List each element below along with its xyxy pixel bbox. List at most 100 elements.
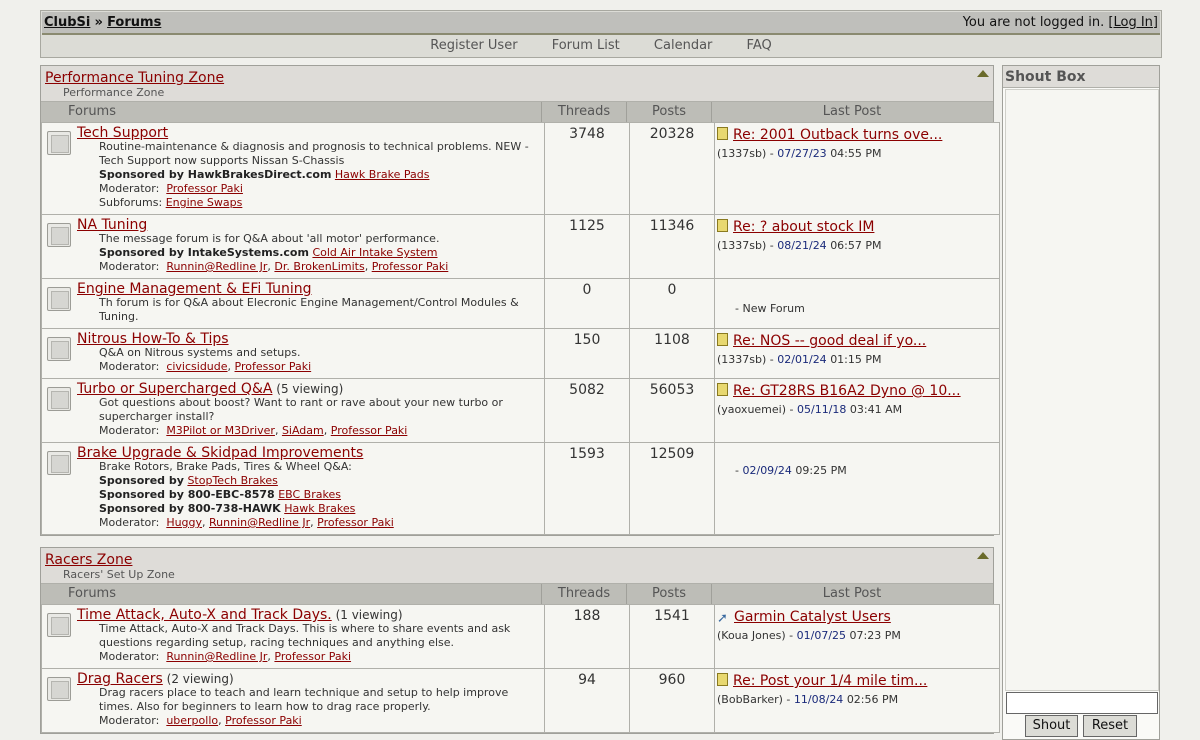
- last-post-link[interactable]: Re: ? about stock IM: [733, 219, 874, 235]
- moderator-link[interactable]: Runnin@Redline Jr: [166, 650, 267, 663]
- column-forums: Forums: [68, 104, 116, 119]
- last-post-date: 07/27/23: [777, 147, 827, 160]
- moderator-link[interactable]: SiAdam: [282, 424, 324, 437]
- thread-count: 188: [544, 604, 630, 669]
- moderator-link[interactable]: Professor Paki: [331, 424, 408, 437]
- forum-folder-icon: [47, 451, 71, 475]
- last-post-cell: - 02/09/24 09:25 PM: [714, 442, 1000, 535]
- forum-folder-icon: [47, 223, 71, 247]
- last-post-note: - New Forum: [735, 302, 805, 315]
- last-post-link[interactable]: Garmin Catalyst Users: [734, 609, 891, 625]
- forum-name-link[interactable]: Engine Management & EFi Tuning: [77, 281, 312, 297]
- post-count: 12509: [629, 442, 715, 535]
- forum-moderators: Moderator: civicsidude, Professor Paki: [99, 360, 312, 373]
- last-post-user: (1337sb): [717, 239, 767, 252]
- login-bracket-close: ]: [1152, 15, 1158, 30]
- last-post-separator: -: [789, 629, 794, 642]
- category-header: Racers Zone Racers' Set Up Zone: [41, 548, 993, 584]
- moderator-link[interactable]: Professor Paki: [166, 182, 243, 195]
- column-header-row: Forums Threads Posts Last Post: [41, 102, 993, 122]
- moderator-label: Moderator:: [99, 182, 160, 195]
- forum-folder-icon: [47, 337, 71, 361]
- moderator-link[interactable]: Dr. BrokenLimits: [274, 260, 364, 273]
- forum-moderators: Moderator: M3Pilot or M3Driver, SiAdam, …: [99, 424, 408, 437]
- sponsor-link[interactable]: Hawk Brake Pads: [335, 168, 430, 181]
- last-post-link[interactable]: Re: NOS -- good deal if yo...: [733, 333, 926, 349]
- viewing-count: (1 viewing): [335, 608, 403, 622]
- sponsor-link[interactable]: Cold Air Intake System: [312, 246, 437, 259]
- forum-sponsor: Sponsored by 800-738-HAWK Hawk Brakes: [99, 502, 542, 516]
- shout-input[interactable]: [1006, 692, 1158, 714]
- shout-button[interactable]: Shout: [1025, 715, 1078, 737]
- collapse-triangle-icon[interactable]: [977, 552, 989, 559]
- forum-name-link[interactable]: Drag Racers: [77, 671, 163, 687]
- login-link[interactable]: Log In: [1113, 15, 1152, 30]
- sponsor-link[interactable]: StopTech Brakes: [187, 474, 277, 487]
- breadcrumb-separator: »: [94, 15, 103, 30]
- sponsor-link[interactable]: EBC Brakes: [278, 488, 341, 501]
- forum-name-link[interactable]: NA Tuning: [77, 217, 147, 233]
- category-title-link[interactable]: Racers Zone: [45, 552, 132, 568]
- viewing-count: (5 viewing): [276, 382, 344, 396]
- forum-name-link[interactable]: Brake Upgrade & Skidpad Improvements: [77, 445, 363, 461]
- forum-sponsor: Sponsored by IntakeSystems.com Cold Air …: [99, 246, 542, 260]
- login-status-text: You are not logged in.: [962, 15, 1105, 30]
- forum-name-link[interactable]: Time Attack, Auto-X and Track Days.: [77, 607, 332, 623]
- breadcrumb-forums-link[interactable]: Forums: [107, 15, 161, 30]
- moderator-link[interactable]: Professor Paki: [317, 516, 394, 529]
- login-status: You are not logged in. [Log In]: [963, 15, 1158, 30]
- last-post-link[interactable]: Re: Post your 1/4 mile tim...: [733, 673, 927, 689]
- moderator-link[interactable]: M3Pilot or M3Driver: [166, 424, 275, 437]
- moderator-link[interactable]: Professor Paki: [225, 714, 302, 727]
- moderator-link[interactable]: Runnin@Redline Jr: [166, 260, 267, 273]
- nav-forum-list[interactable]: Forum List: [552, 35, 620, 53]
- column-header-row: Forums Threads Posts Last Post: [41, 584, 993, 604]
- forum-moderators: Moderator: uberpollo, Professor Paki: [99, 714, 302, 727]
- last-post-link[interactable]: Re: 2001 Outback turns ove...: [733, 127, 942, 143]
- sponsor-link[interactable]: Hawk Brakes: [284, 502, 355, 515]
- last-post-separator: -: [769, 239, 774, 252]
- moderator-link[interactable]: Huggy: [166, 516, 202, 529]
- reset-button[interactable]: Reset: [1083, 715, 1137, 737]
- category-title-link[interactable]: Performance Tuning Zone: [45, 70, 224, 86]
- last-post-link[interactable]: Re: GT28RS B16A2 Dyno @ 10...: [733, 383, 961, 399]
- moderator-link[interactable]: Professor Paki: [372, 260, 449, 273]
- collapse-triangle-icon[interactable]: [977, 70, 989, 77]
- category-performance-tuning-zone: Performance Tuning Zone Performance Zone…: [40, 65, 1000, 536]
- moderator-label: Moderator:: [99, 516, 160, 529]
- category-racers-zone: Racers Zone Racers' Set Up Zone Forums T…: [40, 547, 1000, 734]
- moderator-link[interactable]: uberpollo: [166, 714, 218, 727]
- breadcrumb-site-link[interactable]: ClubSi: [44, 15, 90, 30]
- moderator-link[interactable]: civicsidude: [166, 360, 227, 373]
- forum-moderators: Moderator: Huggy, Runnin@Redline Jr, Pro…: [99, 516, 394, 529]
- post-count: 1541: [629, 604, 715, 669]
- last-post-date: 01/07/25: [796, 629, 847, 642]
- shout-box: Shout Box Shout Reset: [1002, 65, 1160, 740]
- last-post-time: 09:25 PM: [795, 464, 847, 477]
- last-post-separator: -: [786, 693, 791, 706]
- column-posts: Posts: [626, 102, 711, 122]
- post-count: 0: [629, 278, 715, 329]
- forum-name-link[interactable]: Nitrous How-To & Tips: [77, 331, 229, 347]
- forum-name-link[interactable]: Turbo or Supercharged Q&A: [77, 381, 272, 397]
- moderator-link[interactable]: Professor Paki: [274, 650, 351, 663]
- moderator-link[interactable]: Professor Paki: [235, 360, 312, 373]
- thread-count: 3748: [544, 122, 630, 215]
- table-row: Time Attack, Auto-X and Track Days. (1 v…: [41, 604, 1000, 669]
- forum-folder-icon: [47, 387, 71, 411]
- nav-faq[interactable]: FAQ: [747, 35, 772, 53]
- column-last-post: Last Post: [711, 584, 992, 604]
- last-post-cell: Re: 2001 Outback turns ove... (1337sb) -…: [714, 122, 1000, 215]
- moderator-link[interactable]: Runnin@Redline Jr: [209, 516, 310, 529]
- forum-moderators: Moderator: Runnin@Redline Jr, Dr. Broken…: [99, 260, 449, 273]
- last-post-user: (yaoxuemei): [717, 403, 787, 416]
- forum-name-link[interactable]: Tech Support: [77, 125, 168, 141]
- nav-register-user[interactable]: Register User: [430, 35, 517, 53]
- thread-count: 0: [544, 278, 630, 329]
- nav-calendar[interactable]: Calendar: [654, 35, 712, 53]
- last-post-date: 08/21/24: [777, 239, 827, 252]
- forum-description: Routine-maintenance & diagnosis and prog…: [99, 140, 529, 167]
- subforum-link[interactable]: Engine Swaps: [166, 196, 243, 209]
- moderator-label: Moderator:: [99, 424, 160, 437]
- column-forums: Forums: [68, 586, 116, 601]
